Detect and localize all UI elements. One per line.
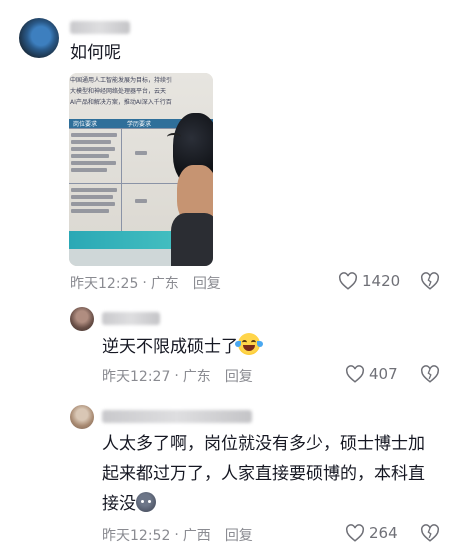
heart-icon xyxy=(339,272,357,290)
comment-meta: 昨天12:27 · 广东 回复 xyxy=(102,366,253,386)
broken-heart-icon xyxy=(421,365,439,383)
reply-button[interactable]: 回复 xyxy=(225,366,253,386)
broken-heart-icon xyxy=(421,524,439,542)
comment-text: 逆天不限成硕士了 xyxy=(102,332,263,362)
photo-header-text: 中国通用人工智能发展为目标，持续引 xyxy=(70,77,173,84)
dislike-button[interactable] xyxy=(420,524,440,546)
like-button[interactable]: 407 xyxy=(345,365,398,383)
blob-face-emoji xyxy=(136,492,156,512)
like-count: 407 xyxy=(369,365,398,383)
reply-button[interactable]: 回复 xyxy=(225,525,253,545)
comment-meta: 昨天12:25 · 广东 回复 xyxy=(70,273,221,293)
avatar[interactable] xyxy=(70,307,94,331)
comment-meta: 昨天12:52 · 广西 回复 xyxy=(102,525,253,545)
comment-image[interactable]: 中国通用人工智能发展为目标，持续引 大模型和神经网络处理器平台，云天 AI产品和… xyxy=(69,73,213,266)
comment-text: 如何呢 xyxy=(70,43,121,63)
comment-location: 广东 xyxy=(150,276,179,292)
laughing-crying-emoji xyxy=(235,333,263,355)
like-count: 264 xyxy=(369,524,398,542)
comment-time: 昨天12:52 xyxy=(102,528,171,544)
like-button[interactable]: 1420 xyxy=(338,272,400,290)
dislike-button[interactable] xyxy=(420,272,440,294)
avatar[interactable] xyxy=(19,18,59,58)
comment-location: 广东 xyxy=(182,369,211,385)
broken-heart-icon xyxy=(421,272,439,290)
like-button[interactable]: 264 xyxy=(345,524,398,542)
comment-text: 人太多了啊，岗位就没有多少，硕士博士加 起来都过万了，人家直接要硕博的，本科直 … xyxy=(102,434,425,514)
heart-icon xyxy=(346,524,364,542)
comment-time: 昨天12:25 xyxy=(70,276,139,292)
comment-time: 昨天12:27 xyxy=(102,369,171,385)
username[interactable] xyxy=(102,410,252,423)
reply-button[interactable]: 回复 xyxy=(193,273,221,293)
like-count: 1420 xyxy=(362,272,401,290)
comment-location: 广西 xyxy=(182,528,211,544)
heart-icon xyxy=(346,365,364,383)
avatar[interactable] xyxy=(70,405,94,429)
username[interactable] xyxy=(102,312,160,325)
username[interactable] xyxy=(70,21,130,34)
dislike-button[interactable] xyxy=(420,365,440,387)
